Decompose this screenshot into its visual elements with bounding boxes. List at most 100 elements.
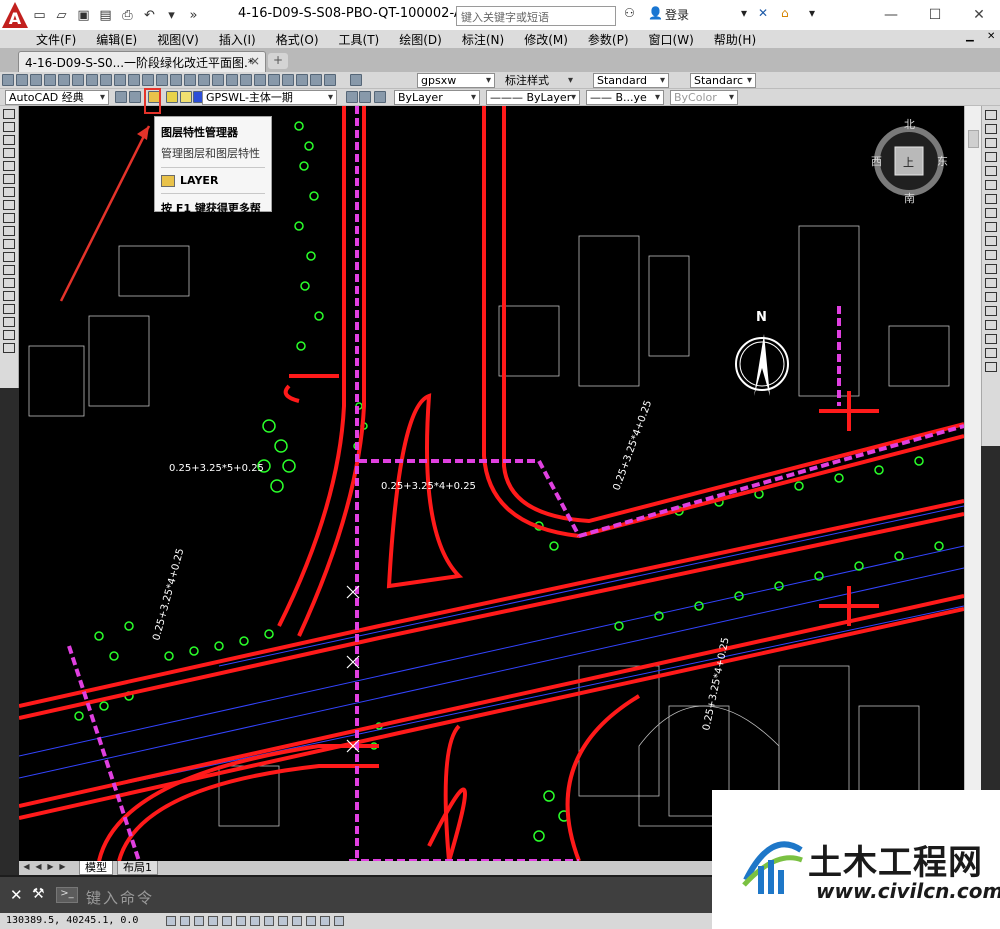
zoom-realtime-icon[interactable] <box>198 74 210 86</box>
command-input[interactable]: 键入命令 <box>86 887 154 908</box>
hatch-icon[interactable] <box>3 291 15 301</box>
mdi-close-icon[interactable]: ✕ <box>987 31 995 42</box>
lineweight-icon[interactable] <box>306 916 316 926</box>
menu-draw[interactable]: 绘图(D) <box>389 31 452 48</box>
customize-wrench-icon[interactable]: ⚒ <box>32 886 45 902</box>
dropdown-arrow-icon[interactable]: ▾ <box>741 6 747 20</box>
prev-tab-icon[interactable]: ◀ <box>33 862 44 874</box>
rotate-icon[interactable] <box>985 194 997 204</box>
cut-icon[interactable] <box>86 74 98 86</box>
markup-icon[interactable] <box>296 74 308 86</box>
quick-properties-icon[interactable] <box>334 916 344 926</box>
extend-icon[interactable] <box>985 250 997 260</box>
osnap-icon[interactable] <box>985 348 997 358</box>
polar-tracking-icon[interactable] <box>222 916 232 926</box>
trim-icon[interactable] <box>985 236 997 246</box>
block-editor-icon[interactable] <box>142 74 154 86</box>
layer-on-icon[interactable] <box>166 91 178 103</box>
polyline-icon[interactable] <box>3 135 15 145</box>
login-link[interactable]: 登录 <box>665 6 689 23</box>
properties-icon[interactable] <box>240 74 252 86</box>
print-icon[interactable] <box>44 74 56 86</box>
save-icon[interactable] <box>30 74 42 86</box>
design-center-icon[interactable] <box>254 74 266 86</box>
object-snap-tracking-icon[interactable] <box>264 916 274 926</box>
close-command-icon[interactable]: ✕ <box>10 886 23 904</box>
ellipse-icon[interactable] <box>3 226 15 236</box>
menu-parametric[interactable]: 参数(P) <box>578 31 639 48</box>
minimize-icon[interactable]: — <box>876 4 906 26</box>
make-current-layer-icon[interactable] <box>346 91 358 103</box>
revision-cloud-icon[interactable] <box>3 200 15 210</box>
layer-match-icon[interactable] <box>359 91 371 103</box>
insert-block-icon[interactable] <box>3 252 15 262</box>
color-select[interactable]: ByLayer <box>394 90 480 105</box>
binoculars-icon[interactable]: ⚇ <box>624 6 635 20</box>
grid-icon[interactable] <box>985 362 997 372</box>
plot-style-select[interactable]: ByColor <box>670 90 738 105</box>
mdi-minimize-icon[interactable]: ▁ <box>966 31 974 42</box>
first-tab-icon[interactable]: ◀ <box>21 862 32 874</box>
line-tool-icon[interactable] <box>3 109 15 119</box>
document-tab[interactable]: 4-16-D09-S-S0...一阶段绿化改迁平面图.* × <box>18 51 266 72</box>
table-style-select[interactable]: Standarc <box>690 73 756 88</box>
mirror-icon[interactable] <box>985 138 997 148</box>
redo-icon[interactable] <box>170 74 182 86</box>
object-snap-icon[interactable] <box>236 916 246 926</box>
menu-insert[interactable]: 插入(I) <box>209 31 266 48</box>
transparency-icon[interactable] <box>320 916 330 926</box>
3d-object-snap-icon[interactable] <box>250 916 260 926</box>
multiline-text-icon[interactable] <box>3 343 15 353</box>
menu-window[interactable]: 窗口(W) <box>639 31 704 48</box>
zoom-previous-icon[interactable] <box>226 74 238 86</box>
user-icon[interactable]: 👤 <box>648 6 663 20</box>
menu-view[interactable]: 视图(V) <box>147 31 209 48</box>
stretch-icon[interactable] <box>985 222 997 232</box>
fillet-icon[interactable] <box>985 306 997 316</box>
undo-icon[interactable] <box>156 74 168 86</box>
point-icon[interactable] <box>3 278 15 288</box>
gradient-icon[interactable] <box>3 304 15 314</box>
copy-object-icon[interactable] <box>985 124 997 134</box>
layer-previous-state-icon[interactable] <box>374 91 386 103</box>
ortho-mode-icon[interactable] <box>208 916 218 926</box>
vertical-scrollbar[interactable] <box>964 106 981 861</box>
scale-icon[interactable] <box>985 208 997 218</box>
region-icon[interactable] <box>3 317 15 327</box>
dynamic-ucs-icon[interactable] <box>278 916 288 926</box>
chamfer-icon[interactable] <box>985 292 997 302</box>
help-dropdown-icon[interactable]: ▾ <box>809 6 815 20</box>
break-icon[interactable] <box>985 264 997 274</box>
menu-format[interactable]: 格式(O) <box>266 31 329 48</box>
array-icon[interactable] <box>985 166 997 176</box>
erase-icon[interactable] <box>985 110 997 120</box>
layer-select[interactable]: GPSWL-主体一期 <box>202 90 337 105</box>
ellipse-arc-icon[interactable] <box>3 239 15 249</box>
circle-icon[interactable] <box>3 187 15 197</box>
tab-layout1[interactable]: 布局1 <box>117 861 158 875</box>
join-icon[interactable] <box>985 278 997 288</box>
snap-icon[interactable] <box>985 334 997 344</box>
offset-icon[interactable] <box>985 152 997 162</box>
maximize-icon[interactable]: ☐ <box>920 4 950 26</box>
spline-icon[interactable] <box>3 213 15 223</box>
next-tab-icon[interactable]: ▶ <box>45 862 56 874</box>
redo-icon[interactable]: ▾ <box>161 5 182 25</box>
menu-modify[interactable]: 修改(M) <box>514 31 578 48</box>
table-icon[interactable] <box>3 330 15 340</box>
undo-icon[interactable]: ↶ <box>139 5 160 25</box>
menu-edit[interactable]: 编辑(E) <box>86 31 147 48</box>
menu-dimension[interactable]: 标注(N) <box>452 31 514 48</box>
viewcube[interactable]: 上 北 南 西 东 <box>871 118 948 205</box>
menu-help[interactable]: 帮助(H) <box>704 31 766 48</box>
tab-model[interactable]: 模型 <box>79 861 113 875</box>
command-prompt-icon[interactable]: >_ <box>56 887 78 903</box>
dynamic-input-icon[interactable] <box>292 916 302 926</box>
move-icon[interactable] <box>985 180 997 190</box>
dim-style-select[interactable]: Standard <box>593 73 669 88</box>
lineweight-select[interactable]: —— B...ye <box>586 90 664 105</box>
print-icon[interactable]: ⎙ <box>117 5 138 25</box>
tool-palettes-icon[interactable] <box>268 74 280 86</box>
explode-icon[interactable] <box>985 320 997 330</box>
pan-icon[interactable] <box>184 74 196 86</box>
